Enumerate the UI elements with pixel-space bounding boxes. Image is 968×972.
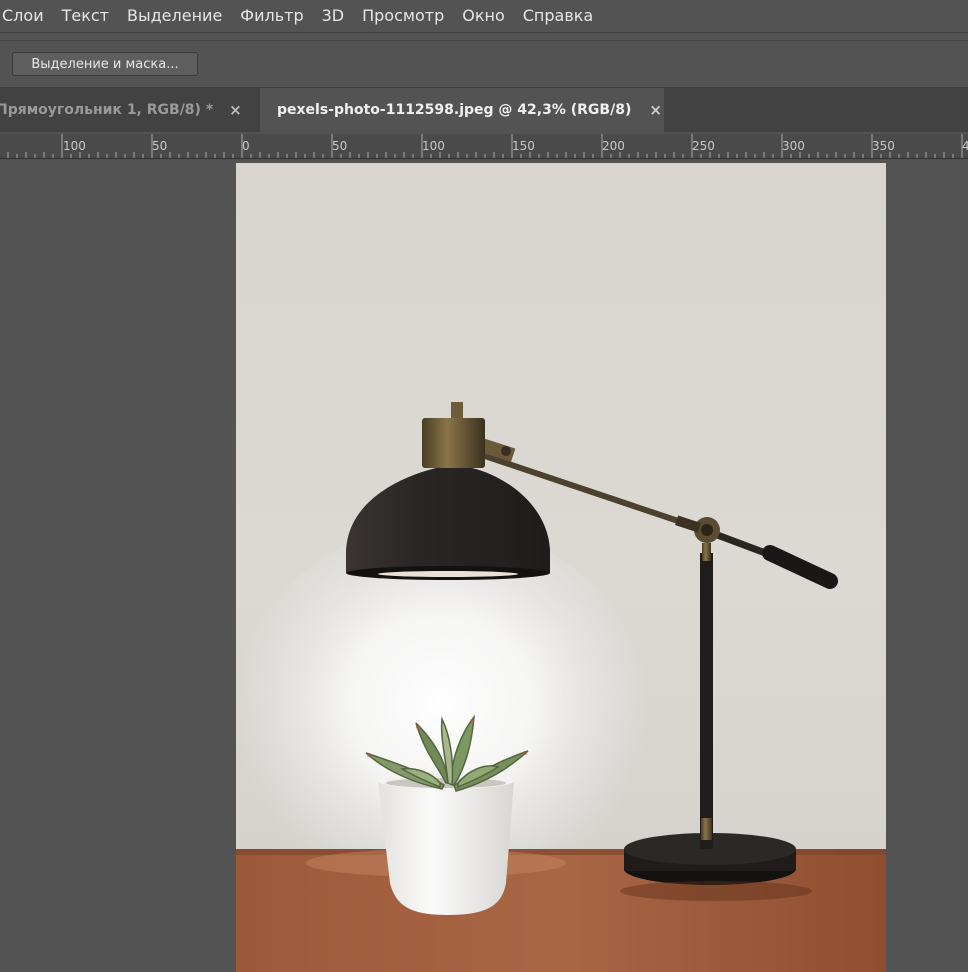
close-icon[interactable]: × [229, 101, 242, 119]
menu-select[interactable]: Выделение [127, 0, 230, 32]
menu-filter[interactable]: Фильтр [240, 0, 311, 32]
ruler-label: 250 [692, 139, 715, 153]
tab-rectangle-1[interactable]: Прямоугольник 1, RGB/8) * × [0, 88, 258, 132]
tab-label: Прямоугольник 1, RGB/8) * [0, 102, 214, 118]
ruler-label: 300 [782, 139, 805, 153]
document-image[interactable] [236, 163, 886, 972]
select-and-mask-button[interactable]: Выделение и маска... [12, 52, 198, 76]
menu-window[interactable]: Окно [462, 0, 513, 32]
canvas-area[interactable] [0, 159, 968, 972]
ruler-label: 4 [962, 139, 968, 153]
menu-bar: Слои Текст Выделение Фильтр 3D Просмотр … [0, 0, 968, 33]
tab-label: pexels-photo-1112598.jpeg @ 42,3% (RGB/8… [277, 102, 632, 118]
menu-type[interactable]: Текст [62, 0, 117, 32]
tab-pexels-photo[interactable]: pexels-photo-1112598.jpeg @ 42,3% (RGB/8… [260, 88, 664, 132]
ruler-label: 150 [512, 139, 535, 153]
photoshop-window: Слои Текст Выделение Фильтр 3D Просмотр … [0, 0, 968, 972]
horizontal-ruler[interactable]: 100 50 0 50 100 150 200 250 300 350 4 [0, 134, 968, 159]
menu-help[interactable]: Справка [523, 0, 602, 32]
ruler-label: 0 [242, 139, 250, 153]
document-tab-bar: Прямоугольник 1, RGB/8) * × pexels-photo… [0, 88, 968, 132]
menu-3d[interactable]: 3D [322, 0, 353, 32]
ruler-label: 50 [332, 139, 348, 153]
ruler-ticks [7, 134, 963, 158]
options-bar: Выделение и маска... [0, 40, 968, 88]
ruler-label: 100 [63, 139, 86, 153]
ruler-label: 350 [872, 139, 895, 153]
menu-layers[interactable]: Слои [2, 0, 52, 32]
menu-view[interactable]: Просмотр [362, 0, 452, 32]
lamp-photo [236, 163, 886, 972]
ruler-label: 100 [422, 139, 445, 153]
close-icon[interactable]: × [649, 101, 662, 119]
ruler-label: 50 [152, 139, 168, 153]
ruler-label: 200 [602, 139, 625, 153]
